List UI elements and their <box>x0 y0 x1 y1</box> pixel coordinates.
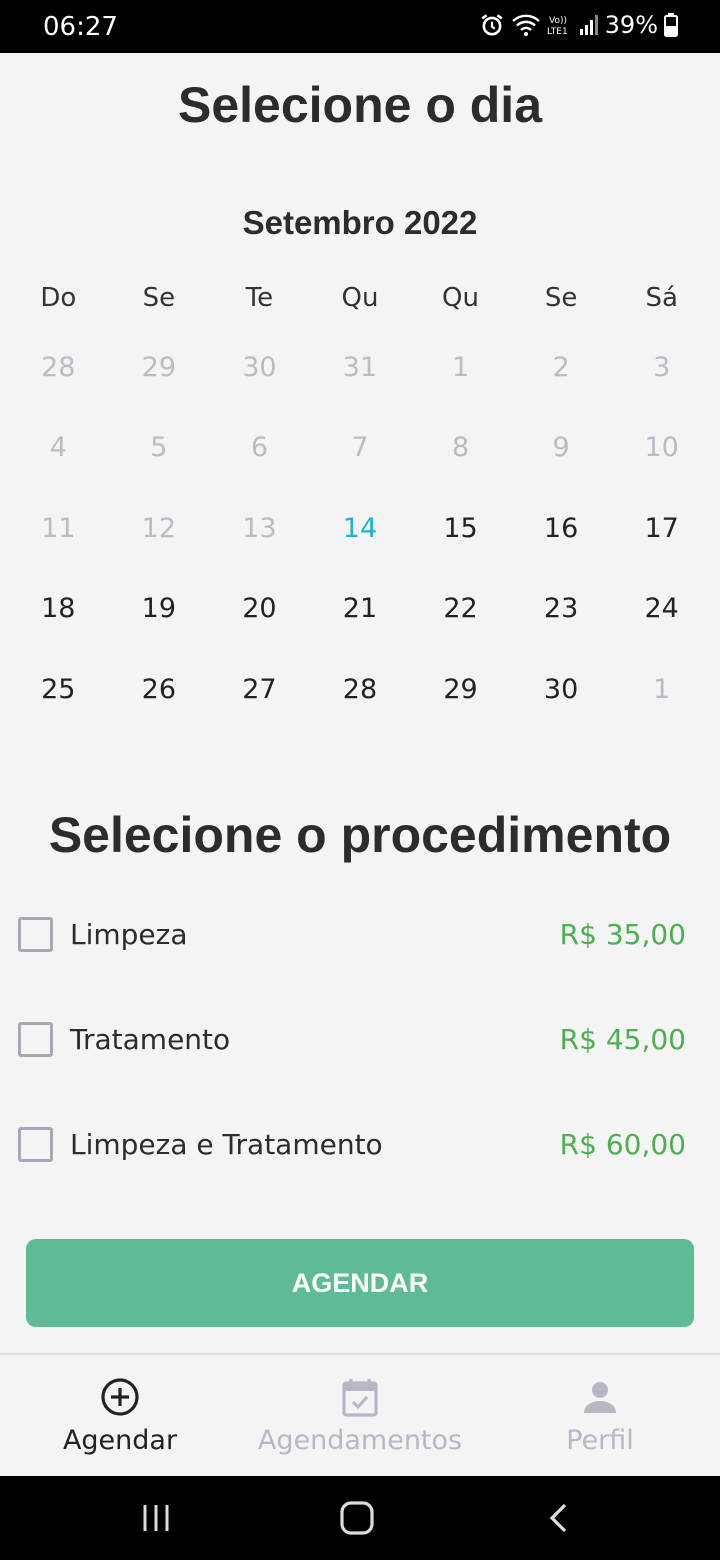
tab-label: Perfil <box>566 1425 634 1456</box>
procedure-price: R$ 60,00 <box>559 1127 686 1161</box>
calendar-day: 8 <box>451 432 470 464</box>
calendar-day: 28 <box>41 351 76 383</box>
month-label: Setembro 2022 <box>242 204 478 241</box>
calendar-day[interactable]: 21 <box>310 593 411 624</box>
battery-percent: 39% <box>604 11 658 39</box>
calendar-day[interactable]: 17 <box>611 513 712 544</box>
recent-apps-button[interactable] <box>126 1496 186 1540</box>
weekday-label: Do <box>40 283 77 313</box>
system-nav-bar <box>0 1476 720 1560</box>
calendar-day[interactable]: 16 <box>511 513 612 544</box>
tab-label: Agendamentos <box>257 1425 463 1456</box>
calendar-day: 29 <box>141 351 177 383</box>
calendar-day: 7 <box>351 432 369 464</box>
calendar-week: 11 12 13 14 15 16 17 <box>8 488 712 569</box>
status-bar: 06:27 Vo)) LTE1 39% <box>0 0 720 53</box>
procedure-label: Limpeza <box>70 917 188 951</box>
home-icon <box>340 1501 374 1535</box>
calendar-day: 31 <box>342 351 378 383</box>
weekday-label: Se <box>544 283 578 313</box>
home-button[interactable] <box>327 1496 387 1540</box>
status-time: 06:27 <box>43 12 118 42</box>
calendar-day[interactable]: 27 <box>209 674 310 705</box>
calendar-day[interactable]: 22 <box>410 593 511 624</box>
calendar-day[interactable]: 18 <box>8 593 109 624</box>
calendar-day: 30 <box>242 351 277 383</box>
calendar-week: 18 19 20 21 22 23 24 <box>8 569 712 650</box>
wifi-icon <box>511 13 541 37</box>
procedure-item[interactable]: Tratamento R$ 45,00 <box>18 1009 686 1069</box>
lte-icon: Vo)) LTE1 <box>547 13 573 37</box>
calendar-day: 2 <box>552 351 570 383</box>
procedure-item[interactable]: Limpeza R$ 35,00 <box>18 904 686 964</box>
procedure-label: Limpeza e Tratamento <box>70 1127 383 1161</box>
recent-apps-icon <box>143 1505 169 1531</box>
calendar-day[interactable]: 26 <box>109 674 210 705</box>
tab-agendamentos[interactable]: Agendamentos <box>240 1355 480 1476</box>
weekday-label: Sá <box>645 283 678 313</box>
procedure-section-title: Selecione o procedimento <box>48 807 672 863</box>
calendar-day: 10 <box>644 432 679 464</box>
tab-label: Agendar <box>62 1425 178 1456</box>
day-section-title: Selecione o dia <box>177 77 542 133</box>
person-icon <box>580 1377 620 1417</box>
calendar-week: 25 26 27 28 29 30 1 <box>8 649 712 730</box>
calendar-day: 4 <box>49 432 67 464</box>
calendar-day: 13 <box>242 512 277 544</box>
weekday-label: Te <box>245 283 274 313</box>
bottom-tab-bar: Agendar Agendamentos Perfil <box>0 1353 720 1476</box>
calendar-day[interactable]: 29 <box>410 674 511 705</box>
svg-text:LTE1: LTE1 <box>547 27 568 37</box>
weekday-label: Qu <box>341 283 379 313</box>
calendar-day: 5 <box>150 432 168 464</box>
calendar-day[interactable]: 19 <box>109 593 210 624</box>
calendar-day: 1 <box>653 673 671 705</box>
calendar-check-icon <box>340 1377 380 1417</box>
procedure-checkbox[interactable] <box>18 1126 53 1162</box>
tab-agendar[interactable]: Agendar <box>0 1355 240 1476</box>
procedure-label: Tratamento <box>70 1022 231 1056</box>
calendar-day-today[interactable]: 14 <box>310 513 411 544</box>
calendar-day[interactable]: 24 <box>611 593 712 624</box>
add-circle-icon <box>100 1377 140 1417</box>
tab-perfil[interactable]: Perfil <box>480 1355 720 1476</box>
alarm-icon <box>479 12 505 38</box>
schedule-button[interactable]: AGENDAR <box>26 1239 694 1327</box>
calendar-day[interactable]: 25 <box>8 674 109 705</box>
procedure-item[interactable]: Limpeza e Tratamento R$ 60,00 <box>18 1114 686 1174</box>
calendar-day[interactable]: 23 <box>511 593 612 624</box>
calendar-week: 28 29 30 31 1 2 3 <box>8 327 712 408</box>
calendar-day: 1 <box>451 351 470 383</box>
calendar-day: 6 <box>250 432 268 464</box>
calendar-day: 12 <box>141 512 177 544</box>
calendar-grid: 28 29 30 31 1 2 3 4 5 6 7 8 9 10 11 12 1… <box>8 327 712 730</box>
calendar-day[interactable]: 20 <box>209 593 310 624</box>
weekday-label: Qu <box>442 283 479 313</box>
procedure-price: R$ 35,00 <box>559 917 686 951</box>
procedure-checkbox[interactable] <box>18 916 53 952</box>
calendar-week: 4 5 6 7 8 9 10 <box>8 408 712 489</box>
back-button[interactable] <box>529 1496 589 1540</box>
calendar-day[interactable]: 15 <box>410 513 511 544</box>
signal-icon <box>579 13 599 37</box>
procedure-price: R$ 45,00 <box>559 1022 686 1056</box>
battery-icon <box>664 13 678 37</box>
calendar-day[interactable]: 30 <box>511 674 612 705</box>
svg-text:Vo)): Vo)) <box>549 16 567 26</box>
calendar-day: 3 <box>653 351 671 383</box>
weekday-label: Se <box>142 283 176 313</box>
calendar-day[interactable]: 28 <box>310 674 411 705</box>
calendar-day: 11 <box>41 512 76 544</box>
weekday-header: Do Se Te Qu Qu Se Sá <box>8 283 712 313</box>
back-icon <box>549 1503 567 1533</box>
status-icons: Vo)) LTE1 39% <box>479 11 678 39</box>
calendar-day: 9 <box>552 432 570 464</box>
procedure-checkbox[interactable] <box>18 1021 53 1057</box>
